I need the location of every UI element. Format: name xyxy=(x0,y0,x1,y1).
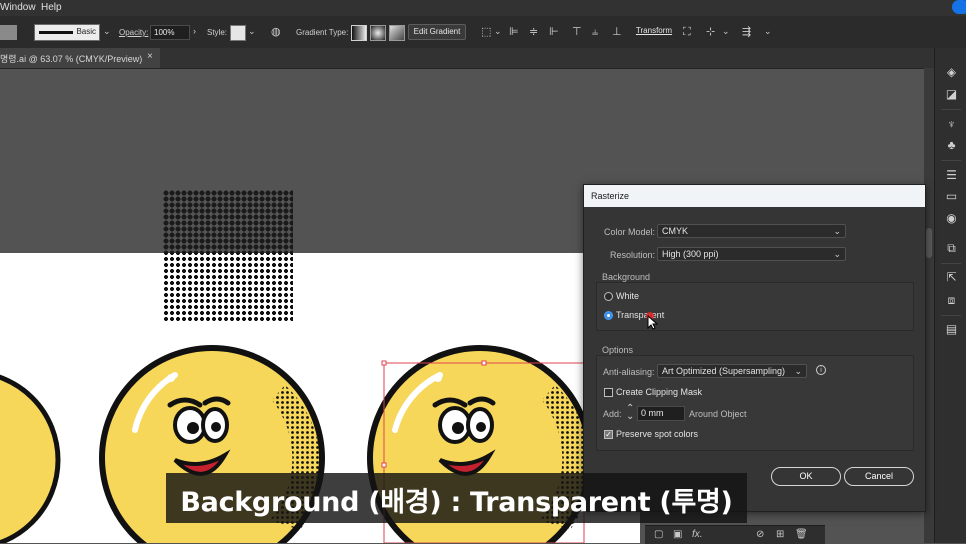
caption-text: Background (배경) : Transparent (투명) xyxy=(180,487,733,518)
options-section-title: Options xyxy=(602,345,634,355)
fx-icon[interactable]: fx. xyxy=(692,529,703,540)
chevron-down-icon[interactable]: ⌄ xyxy=(103,26,111,37)
collect-export-icon[interactable]: ▢ xyxy=(654,529,663,540)
chevron-down-icon[interactable]: ⌄ xyxy=(248,26,256,37)
caption-banner: Background (배경) : Transparent (투명) xyxy=(166,473,747,523)
linear-gradient-icon[interactable] xyxy=(351,25,367,41)
document-tab-bar: 명령.ai @ 63.07 % (CMYK/Preview) × xyxy=(0,48,934,69)
puppet-warp-icon[interactable]: ⇶ xyxy=(742,26,751,38)
anti-aliasing-label: Anti-aliasing: xyxy=(603,367,655,377)
locate-object-icon[interactable]: ▣ xyxy=(673,529,682,540)
align-left-icon[interactable]: ⊫ xyxy=(509,26,519,38)
resolution-label: Resolution: xyxy=(610,250,656,260)
anti-aliasing-value: Art Optimized (Supersampling) xyxy=(662,366,786,376)
comments-icon[interactable]: ▤ xyxy=(944,322,959,337)
stroke-style-label: Basic xyxy=(76,27,96,36)
menu-bar: Window Help xyxy=(0,0,966,16)
export-icon[interactable]: ⇱ xyxy=(944,270,959,285)
appearance-icon[interactable]: ⧉ xyxy=(944,241,959,256)
align-right-icon[interactable]: ⊩ xyxy=(549,26,559,38)
smiley-left[interactable] xyxy=(0,372,61,543)
anti-aliasing-select[interactable]: Art Optimized (Supersampling) ⌄ xyxy=(657,364,807,378)
arrange-icon[interactable]: ⬚ xyxy=(481,26,491,38)
style-label: Style: xyxy=(207,28,228,37)
edit-gradient-button[interactable]: Edit Gradient xyxy=(408,24,466,40)
add-label: Add: xyxy=(603,409,622,419)
stroke-preview xyxy=(39,31,73,34)
mouse-cursor-icon xyxy=(646,312,658,330)
dialog-title: Rasterize xyxy=(591,191,630,201)
trash-icon[interactable]: 🗑 xyxy=(795,529,808,540)
radial-gradient-icon[interactable] xyxy=(370,25,386,41)
cancel-button[interactable]: Cancel xyxy=(844,467,914,486)
chevron-down-icon[interactable]: ⌄ xyxy=(764,26,772,37)
artboards-icon[interactable]: ⧈ xyxy=(944,293,959,308)
background-white-label[interactable]: White xyxy=(616,291,639,301)
symbols-icon[interactable]: ♣ xyxy=(944,138,959,153)
color-model-select[interactable]: CMYK ⌄ xyxy=(657,224,846,238)
chevron-down-icon: ⌄ xyxy=(833,226,841,236)
align-middle-icon[interactable]: ⫨ xyxy=(592,26,598,38)
info-icon[interactable]: i xyxy=(816,365,826,375)
add-input[interactable]: 0 mm xyxy=(637,406,685,421)
chevron-down-icon[interactable]: ⌄ xyxy=(722,26,730,37)
stepper-icon[interactable]: ⌃ ⌄ xyxy=(626,404,634,422)
color-model-value: CMYK xyxy=(662,226,689,236)
chevron-down-icon: ⌄ xyxy=(833,249,841,259)
recolor-icon[interactable]: ◍ xyxy=(271,26,281,38)
background-white-radio[interactable] xyxy=(604,292,613,301)
color-model-label: Color Model: xyxy=(604,227,656,237)
fill-swatch[interactable] xyxy=(0,25,17,40)
menu-window[interactable]: Window xyxy=(0,2,36,13)
create-clipping-mask-checkbox[interactable] xyxy=(604,388,613,397)
user-avatar[interactable] xyxy=(952,0,966,14)
gradient-icon[interactable]: ▭ xyxy=(944,189,959,204)
chevron-down-icon: ⌄ xyxy=(794,366,802,376)
properties-icon[interactable]: ◈ xyxy=(944,65,959,80)
clear-icon[interactable]: ⊘ xyxy=(756,529,764,540)
preserve-spot-colors-label[interactable]: Preserve spot colors xyxy=(616,429,698,439)
stroke-icon[interactable]: ☰ xyxy=(944,168,959,183)
graphic-style-swatch[interactable] xyxy=(230,25,246,41)
rasterize-dialog: Rasterize Color Model: CMYK ⌄ Resolution… xyxy=(583,184,926,512)
align-center-icon[interactable]: ≑ xyxy=(529,26,538,38)
background-group: White Transparent xyxy=(596,282,914,331)
new-layer-icon[interactable]: ⊞ xyxy=(776,529,784,540)
resolution-value: High (300 ppi) xyxy=(662,249,719,259)
gradient-type-label: Gradient Type: xyxy=(296,28,349,37)
preserve-spot-colors-checkbox[interactable]: ✓ xyxy=(604,430,613,439)
opacity-label[interactable]: Opacity: xyxy=(119,28,148,37)
libraries-icon[interactable]: ◪ xyxy=(944,87,959,102)
transparency-icon[interactable]: ◉ xyxy=(944,211,959,226)
align-bottom-icon[interactable]: ⊥ xyxy=(612,26,622,38)
brushes-icon[interactable]: ♆ xyxy=(944,117,959,132)
freeform-gradient-icon[interactable] xyxy=(389,25,405,41)
menu-help[interactable]: Help xyxy=(41,2,62,13)
align-top-icon[interactable]: ⊤ xyxy=(572,26,582,38)
around-object-label: Around Object xyxy=(689,409,747,419)
panel-dock: ◈ ◪ ♆ ♣ ☰ ▭ ◉ ⧉ ⇱ ⧈ ▤ xyxy=(934,48,966,543)
shape-options-icon[interactable]: ⊹ xyxy=(706,26,715,38)
stroke-style-picker[interactable]: Basic xyxy=(34,24,100,41)
isolate-icon[interactable]: ⛶ xyxy=(683,26,691,38)
resolution-select[interactable]: High (300 ppi) ⌄ xyxy=(657,247,846,261)
halftone-pattern-dense xyxy=(163,190,293,253)
transform-button[interactable]: Transform xyxy=(634,24,674,40)
options-group: Anti-aliasing: Art Optimized (Supersampl… xyxy=(596,355,914,451)
control-bar: Basic ⌄ Opacity: 100% › Style: ⌄ ◍ Gradi… xyxy=(0,16,966,49)
dialog-titlebar[interactable]: Rasterize xyxy=(584,185,925,207)
chevron-down-icon[interactable]: ⌄ xyxy=(494,26,502,37)
chevron-right-icon[interactable]: › xyxy=(193,26,196,36)
layers-panel-toolbar: ▢ ▣ fx. ⊘ ⊞ 🗑 xyxy=(645,525,825,544)
close-icon[interactable]: × xyxy=(147,51,153,62)
document-tab[interactable]: 명령.ai @ 63.07 % (CMYK/Preview) × xyxy=(0,48,160,68)
ok-button[interactable]: OK xyxy=(771,467,841,486)
opacity-input[interactable]: 100% xyxy=(150,25,190,40)
document-title: 명령.ai @ 63.07 % (CMYK/Preview) xyxy=(0,54,143,64)
scrollbar-thumb[interactable] xyxy=(926,228,932,258)
create-clipping-mask-label[interactable]: Create Clipping Mask xyxy=(616,387,702,397)
background-section-title: Background xyxy=(602,272,651,282)
background-transparent-radio[interactable] xyxy=(604,311,613,320)
